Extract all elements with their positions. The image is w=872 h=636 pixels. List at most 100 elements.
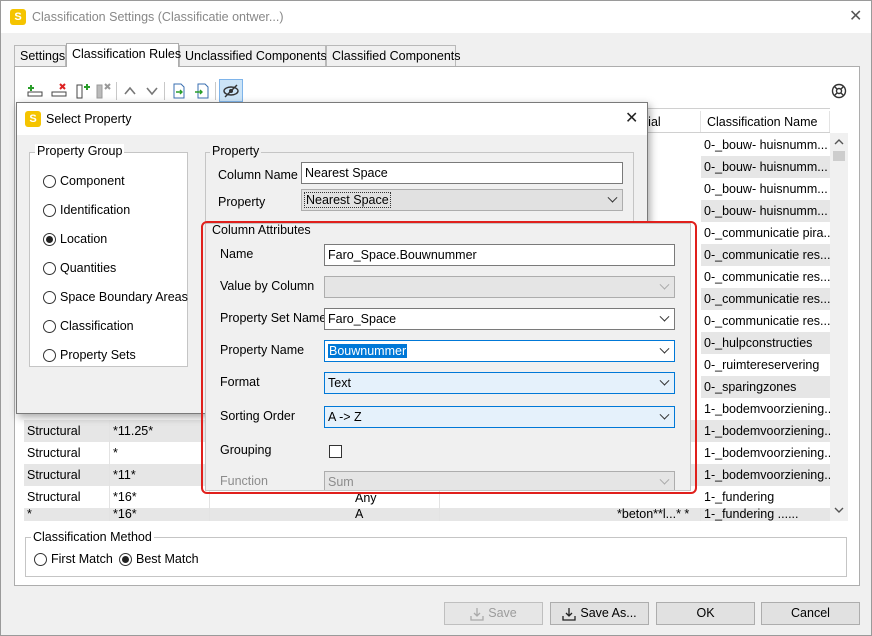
move-down-icon[interactable] <box>143 82 161 100</box>
table-cell-classification[interactable]: 0-_bouw- huisnumm... <box>701 156 830 178</box>
value-by-column-select[interactable] <box>324 276 675 298</box>
table-cell-classification[interactable]: 1-_bodemvoorziening... <box>701 442 830 464</box>
table-cell-classification[interactable]: 0-_bouw- huisnumm... <box>701 134 830 156</box>
scrollbar-thumb[interactable] <box>833 151 845 161</box>
import-icon[interactable] <box>193 82 211 100</box>
property-label: Property <box>218 195 266 209</box>
quantities-radio[interactable] <box>43 262 56 275</box>
property-sets-radio[interactable] <box>43 349 56 362</box>
export-icon[interactable] <box>170 82 188 100</box>
name-input[interactable]: Faro_Space.Bouwnummer <box>324 244 675 266</box>
eye-hidden-icon <box>223 84 239 98</box>
table-cell-classification[interactable]: 0-_bouw- huisnumm... <box>701 200 830 222</box>
table-cell-classification[interactable]: 0-_communicatie res... <box>701 244 830 266</box>
chevron-down-icon <box>659 409 670 420</box>
space-boundary-areas-label[interactable]: Space Boundary Areas <box>60 290 188 304</box>
table-cell-type[interactable]: Structural <box>24 442 110 464</box>
identification-label[interactable]: Identification <box>60 203 130 217</box>
location-radio[interactable] <box>43 233 56 246</box>
ok-button[interactable]: OK <box>656 602 755 625</box>
first-match-label[interactable]: First Match <box>51 552 113 566</box>
space-boundary-areas-radio[interactable] <box>43 291 56 304</box>
table-cell-classification[interactable]: 1-_fundering ...... <box>701 508 830 521</box>
first-match-radio[interactable] <box>34 553 47 566</box>
scroll-down-icon[interactable] <box>834 505 844 515</box>
format-value: Text <box>328 376 351 390</box>
chevron-down-icon <box>659 474 670 485</box>
scroll-up-icon[interactable] <box>834 137 844 147</box>
table-cell-classification[interactable]: 0-_hulpconstructies <box>701 332 830 354</box>
classification-label[interactable]: Classification <box>60 319 134 333</box>
column-header-classification-name[interactable]: Classification Name <box>701 111 830 133</box>
table-cell-type[interactable]: * <box>24 508 110 521</box>
property-set-name-label: Property Set Name <box>220 311 327 325</box>
property-sets-label[interactable]: Property Sets <box>60 348 136 362</box>
function-select[interactable]: Sum <box>324 471 675 490</box>
table-cell-classification[interactable]: 1-_bodemvoorziening... <box>701 464 830 486</box>
table-cell-type[interactable]: Structural <box>24 464 110 486</box>
table-cell-code[interactable]: *11* <box>110 464 210 486</box>
help-icon[interactable] <box>830 82 848 100</box>
delete-row-icon[interactable] <box>50 82 68 100</box>
table-cell-classification[interactable]: 1-_bodemvoorziening... <box>701 398 830 420</box>
column-name-input[interactable]: Nearest Space <box>301 162 623 184</box>
add-column-icon[interactable] <box>74 82 92 100</box>
tab-classified-components[interactable]: Classified Components <box>326 45 461 66</box>
table-cell-classification[interactable]: 0-_ruimtereservering <box>701 354 830 376</box>
table-cell-classification[interactable]: 1-_fundering <box>701 486 830 508</box>
column-header-material[interactable]: rial <box>641 111 701 133</box>
close-icon[interactable]: ✕ <box>849 9 862 25</box>
tab-unclassified-components[interactable]: Unclassified Components <box>179 45 327 66</box>
component-radio[interactable] <box>43 175 56 188</box>
identification-radio[interactable] <box>43 204 56 217</box>
format-label: Format <box>220 375 260 389</box>
table-cell-classification[interactable]: 0-_communicatie pira... <box>701 222 830 244</box>
hide-toggle-button[interactable] <box>219 79 243 102</box>
table-cell-code[interactable]: *16* <box>110 508 210 521</box>
value-by-column-label: Value by Column <box>220 279 315 293</box>
table-scrollbar[interactable] <box>830 133 848 521</box>
table-cell-classification[interactable]: 1-_bodemvoorziening... <box>701 420 830 442</box>
property-name-select[interactable]: Bouwnummer <box>324 340 675 362</box>
dialog-close-icon[interactable]: ✕ <box>625 111 638 127</box>
property-select[interactable]: Nearest Space <box>301 189 623 211</box>
window-title: Classification Settings (Classificatie o… <box>32 10 284 24</box>
grouping-checkbox[interactable] <box>329 445 342 458</box>
tab-classification-rules[interactable]: Classification Rules <box>66 43 181 67</box>
table-cell-classification[interactable]: 0-_communicatie res... <box>701 288 830 310</box>
table-cell-material[interactable]: *beton**l...* * <box>614 508 701 521</box>
table-cell-type[interactable]: Structural <box>24 486 110 508</box>
table-cell-value[interactable]: Any <box>352 488 440 508</box>
sorting-order-select[interactable]: A -> Z <box>324 406 675 428</box>
save-icon <box>470 607 484 621</box>
app-logo-icon: S <box>10 9 26 25</box>
best-match-radio[interactable] <box>119 553 132 566</box>
table-cell-code[interactable]: *16* <box>110 486 210 508</box>
delete-column-icon[interactable] <box>94 82 112 100</box>
save-as-button[interactable]: Save As... <box>550 602 649 625</box>
cancel-button[interactable]: Cancel <box>761 602 860 625</box>
table-cell-code[interactable]: *11.25* <box>110 420 210 442</box>
move-up-icon[interactable] <box>121 82 139 100</box>
format-select[interactable]: Text <box>324 372 675 394</box>
classification-method-group: Classification Method First Match Best M… <box>25 530 847 577</box>
table-cell-classification[interactable]: 0-_communicatie res... <box>701 310 830 332</box>
sorting-order-value: A -> Z <box>328 410 362 424</box>
save-button[interactable]: Save <box>444 602 543 625</box>
function-value: Sum <box>328 475 354 489</box>
add-row-icon[interactable] <box>26 82 44 100</box>
table-cell-code[interactable]: * <box>110 442 210 464</box>
property-set-name-select[interactable]: Faro_Space <box>324 308 675 330</box>
best-match-label[interactable]: Best Match <box>136 552 199 566</box>
table-cell-classification[interactable]: 0-_sparingzones <box>701 376 830 398</box>
name-label: Name <box>220 247 254 261</box>
quantities-label[interactable]: Quantities <box>60 261 116 275</box>
classification-radio[interactable] <box>43 320 56 333</box>
table-cell-type[interactable]: Structural <box>24 420 110 442</box>
tab-settings[interactable]: Settings <box>14 45 66 66</box>
component-label[interactable]: Component <box>60 174 125 188</box>
table-cell-value[interactable]: A <box>352 508 440 521</box>
location-label[interactable]: Location <box>60 232 107 246</box>
table-cell-classification[interactable]: 0-_communicatie res... <box>701 266 830 288</box>
table-cell-classification[interactable]: 0-_bouw- huisnumm... <box>701 178 830 200</box>
